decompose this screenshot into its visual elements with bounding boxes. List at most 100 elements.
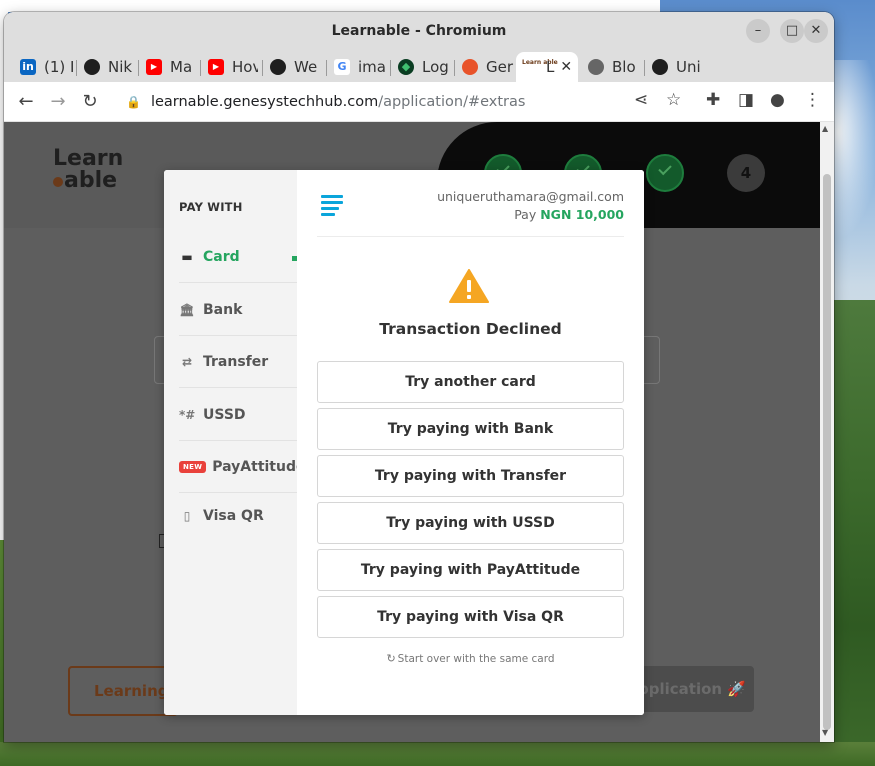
github-icon [84, 59, 100, 75]
title-bar[interactable]: Learnable - Chromium – □ ✕ [4, 12, 834, 50]
minimize-icon: – [754, 23, 762, 38]
browser-toolbar: ← → ↻ 🔒 learnable.genesystechhub.com /ap… [4, 82, 834, 122]
tab-gen[interactable]: Ger [456, 52, 514, 82]
method-label: Bank [203, 301, 243, 318]
tab-label: Blo [612, 58, 636, 76]
method-payattitude[interactable]: NEW PayAttitude [179, 441, 306, 493]
transfer-icon: ⇄ [181, 354, 193, 369]
url-host: learnable.genesystechhub.com [150, 94, 379, 110]
youtube-icon: ▶ [208, 59, 224, 75]
bookmark-star-icon[interactable]: ☆ [666, 90, 681, 110]
linkedin-icon: in [20, 59, 36, 75]
background-submit-button: pplication 🚀 [634, 666, 754, 712]
payment-amount: NGN 10,000 [540, 207, 624, 222]
browser-menu-icon[interactable]: ⋮ [804, 90, 821, 110]
header-divider [317, 236, 624, 237]
youtube-icon: ▶ [146, 59, 162, 75]
try-transfer-button[interactable]: Try paying with Transfer [317, 455, 624, 497]
forward-button[interactable]: → [46, 90, 70, 114]
tab-strip: in (1) I Nik ▶ Ma ▶ Hov We G ima ◆ Log G… [4, 50, 834, 114]
try-payattitude-button[interactable]: Try paying with PayAttitude [317, 549, 624, 591]
side-panel-icon[interactable]: ◨ [738, 90, 754, 110]
scroll-up-arrow-icon[interactable]: ▲ [822, 124, 828, 133]
tab-github-3[interactable]: Uni [646, 52, 702, 82]
pay-prefix: Pay [514, 207, 537, 222]
start-over-link[interactable]: ↻ Start over with the same card [297, 652, 644, 665]
google-icon: G [334, 59, 350, 75]
bank-icon: 🏛 [179, 302, 195, 317]
tab-github-1[interactable]: Nik [78, 52, 134, 82]
tab-label: Ger [486, 58, 514, 76]
customer-email: uniqueruthamara@gmail.com [437, 189, 624, 204]
tab-label: L [546, 58, 555, 76]
tab-label: Log [422, 58, 449, 76]
try-bank-button[interactable]: Try paying with Bank [317, 408, 624, 450]
tab-separator [644, 60, 645, 76]
desktop-grass-bottom [0, 742, 875, 766]
tab-label: Hov [232, 58, 258, 76]
close-tab-icon[interactable]: ✕ [560, 59, 572, 75]
tab-separator [326, 60, 327, 76]
window-title: Learnable - Chromium [331, 23, 507, 39]
tab-separator [138, 60, 139, 76]
modal-close-button[interactable]: × [490, 173, 503, 188]
tab-label: Nik [108, 58, 133, 76]
tab-linkedin[interactable]: in (1) I [14, 52, 74, 82]
minimize-button[interactable]: – [746, 19, 770, 43]
tab-label: Ma [170, 58, 193, 76]
background-learning-button: Learning [68, 666, 178, 716]
close-window-button[interactable]: ✕ [804, 19, 828, 43]
globe-icon [588, 59, 604, 75]
try-visa-qr-button[interactable]: Try paying with Visa QR [317, 596, 624, 638]
payment-amount-line: Pay NGN 10,000 [514, 207, 624, 222]
tab-google[interactable]: G ima [328, 52, 386, 82]
try-ussd-button[interactable]: Try paying with USSD [317, 502, 624, 544]
method-ussd[interactable]: *# USSD [179, 389, 297, 441]
method-transfer[interactable]: ⇄ Transfer [179, 336, 297, 388]
tab-separator [200, 60, 201, 76]
payment-methods-sidebar: PAY WITH ▬ Card 🏛 Bank ⇄ Transfer *# USS… [164, 170, 306, 715]
learnable-icon: Learn able [522, 59, 558, 75]
tab-youtube-2[interactable]: ▶ Hov [202, 52, 258, 82]
github-icon [652, 59, 668, 75]
tab-blog[interactable]: Blo [582, 52, 640, 82]
start-over-label: Start over with the same card [397, 653, 555, 665]
method-card[interactable]: ▬ Card [179, 231, 297, 283]
page-viewport: Learn able 4 Learning pplication 🚀 PAY W… [4, 122, 820, 742]
close-icon: ✕ [810, 23, 822, 38]
page-scrollbar[interactable]: ▲ ▼ [820, 122, 834, 742]
method-bank[interactable]: 🏛 Bank [179, 284, 297, 336]
method-label: Visa QR [203, 508, 264, 524]
method-label: USSD [203, 406, 246, 423]
tab-separator [262, 60, 263, 76]
extensions-icon[interactable]: ✚ [706, 90, 720, 110]
gen-icon [462, 59, 478, 75]
address-bar[interactable]: 🔒 learnable.genesystechhub.com /applicat… [112, 86, 694, 118]
browser-window: Learnable - Chromium – □ ✕ in (1) I Nik … [4, 12, 834, 742]
step-4: 4 [727, 154, 765, 192]
ussd-icon: *# [179, 407, 196, 422]
tab-youtube-1[interactable]: ▶ Ma [140, 52, 196, 82]
step-3-complete [646, 154, 684, 192]
payment-provider-logo [321, 195, 343, 219]
scrollbar-thumb[interactable] [823, 174, 831, 730]
learnable-logo: Learn able [53, 148, 123, 192]
share-icon[interactable]: ⋖ [634, 90, 648, 110]
pay-with-heading: PAY WITH [179, 200, 243, 214]
reload-button[interactable]: ↻ [78, 90, 102, 114]
scroll-down-arrow-icon[interactable]: ▼ [822, 728, 828, 737]
method-visa-qr[interactable]: ▯ Visa QR [179, 490, 297, 542]
logo-top-text: Learn [53, 146, 124, 171]
back-button[interactable]: ← [14, 90, 38, 114]
maximize-icon: □ [785, 23, 799, 38]
tab-mongodb[interactable]: ◆ Log [392, 52, 450, 82]
logo-dot [53, 177, 63, 187]
try-another-card-button[interactable]: Try another card [317, 361, 624, 403]
maximize-button[interactable]: □ [780, 19, 804, 43]
tab-separator [76, 60, 77, 76]
tab-github-2[interactable]: We [264, 52, 322, 82]
method-label: Transfer [203, 353, 269, 370]
profile-avatar-icon[interactable]: ● [770, 90, 785, 110]
refresh-icon: ↻ [386, 652, 396, 665]
tab-learnable-active[interactable]: Learn able L ✕ [516, 52, 578, 82]
